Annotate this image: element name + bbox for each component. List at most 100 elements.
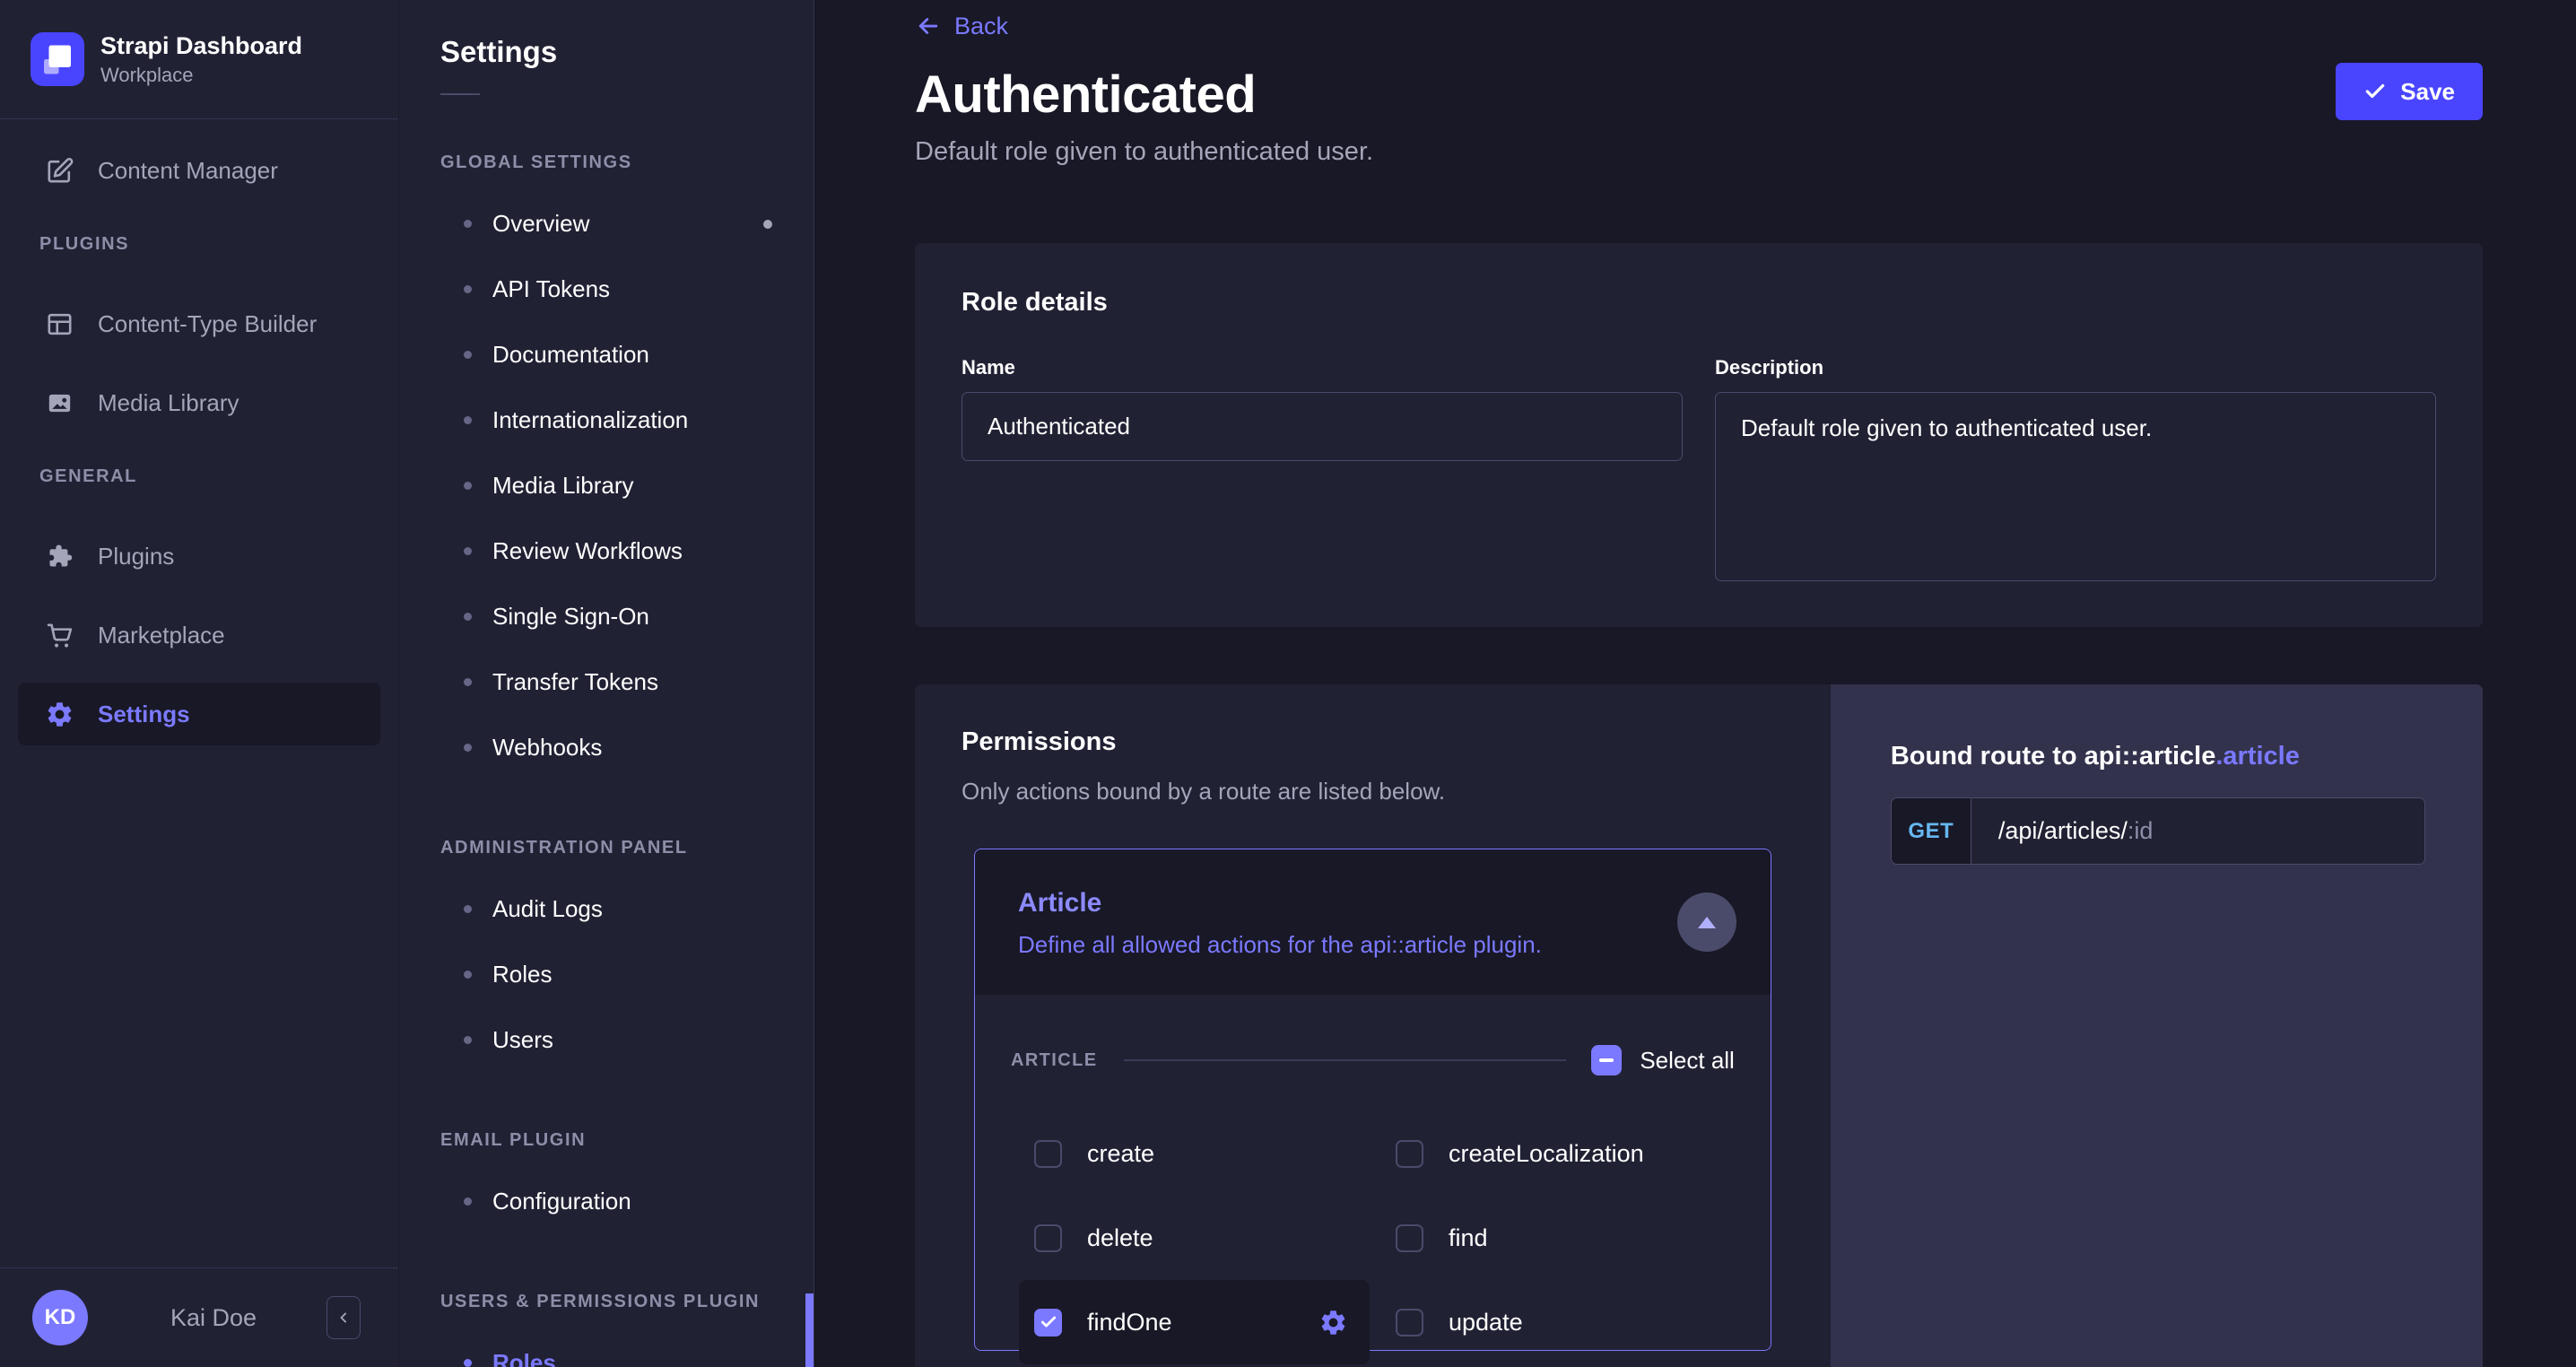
subnav-item-review-workflows[interactable]: Review Workflows [399,518,814,584]
bound-route-title: Bound route to api::article.article [1890,742,2300,771]
puzzle-icon [45,542,74,571]
description-field-group: Description Default role given to authen… [1715,356,2436,586]
permissions-section: Permissions Only actions bound by a rout… [915,684,2483,1367]
layout-icon [45,309,74,339]
sidebar-item-media-library[interactable]: Media Library [18,371,380,434]
bullet-icon [464,905,472,913]
route-display: GET /api/articles/:id [1890,797,2425,865]
subnav-item-api-tokens[interactable]: API Tokens [399,257,814,322]
permission-checkbox-delete[interactable]: delete [1011,1210,1372,1266]
user-name: Kai Doe [170,1303,257,1331]
bullet-icon [464,482,472,490]
bullet-icon [464,613,472,621]
sidebar-item-marketplace[interactable]: Marketplace [18,604,380,666]
bullet-icon [464,1036,472,1044]
accordion-title: Article [1018,888,1102,918]
sidebar-item-plugins[interactable]: Plugins [18,525,380,588]
app-shell: Strapi Dashboard Workplace Content Manag… [0,0,2576,1367]
subnav-item-configuration[interactable]: Configuration [399,1169,814,1234]
collapse-sidebar-button[interactable] [326,1296,361,1339]
bullet-icon [464,1359,472,1367]
bullet-icon [464,416,472,424]
checkbox-indeterminate-icon [1591,1045,1623,1075]
name-field-group: Name [962,356,1683,586]
sidebar-item-content-type-builder[interactable]: Content-Type Builder [18,292,380,355]
collapse-accordion-button[interactable] [1676,892,1736,952]
sidebar-item-label: Marketplace [98,621,225,649]
permission-checkbox-findone[interactable]: findOne [1019,1280,1370,1364]
image-icon [45,388,74,418]
arrow-left-icon [918,18,938,34]
checkbox-unchecked-icon [1034,1139,1062,1168]
subnav-item-single-sign-on[interactable]: Single Sign-On [399,584,814,649]
bound-route-accent: .article [2215,742,2300,771]
permission-checkbox-find[interactable]: find [1372,1210,1735,1266]
select-all-checkbox[interactable]: Select all [1591,1045,1735,1075]
permission-checkbox-create[interactable]: create [1011,1126,1372,1181]
page-title: Authenticated [915,65,1257,124]
checkbox-checked-icon [1034,1308,1062,1337]
checkbox-unchecked-icon [1396,1139,1423,1168]
bullet-icon [464,220,472,228]
subnav-item-media-library[interactable]: Media Library [399,453,814,518]
bound-route-panel: Bound route to api::article.article GET … [1830,684,2483,1367]
avatar[interactable]: KD [32,1290,88,1345]
permissions-heading: Permissions [962,727,1117,756]
route-param: :id [2127,817,2154,844]
article-accordion: Article Define all allowed actions for t… [974,849,1771,1364]
role-name-input[interactable] [962,392,1683,461]
role-description-textarea[interactable]: Default role given to authenticated user… [1715,392,2436,581]
main-sidebar: Strapi Dashboard Workplace Content Manag… [0,0,399,1367]
subnav-item-transfer-tokens[interactable]: Transfer Tokens [399,649,814,715]
sidebar-section-general: GENERAL [39,466,137,486]
bullet-icon [464,351,472,359]
sidebar-item-settings[interactable]: Settings [18,683,380,745]
page-subtitle: Default role given to authenticated user… [915,137,1374,166]
bullet-icon [464,285,472,293]
strapi-logo-icon [30,32,84,86]
sidebar-user-area: KD Kai Doe [0,1267,398,1367]
gear-icon [45,700,74,729]
sidebar-item-label: Plugins [98,542,175,570]
subnav-item-admin-roles[interactable]: Roles [399,942,814,1007]
subnav-item-up-roles[interactable]: Roles [399,1330,814,1367]
permission-settings-gear-icon[interactable] [1318,1308,1348,1337]
checkbox-unchecked-icon [1034,1223,1062,1252]
role-details-card: Role details Name Description Default ro… [915,243,2483,627]
accordion-description: Define all allowed actions for the api::… [1018,931,1542,958]
subnav-section-administration-panel: ADMINISTRATION PANEL [440,838,688,858]
role-details-heading: Role details [962,288,1108,317]
subnav-item-documentation[interactable]: Documentation [399,322,814,387]
permission-checkbox-update[interactable]: update [1372,1294,1735,1350]
back-link[interactable]: Back [915,9,1008,43]
article-accordion-header[interactable]: Article Define all allowed actions for t… [975,849,1771,995]
sidebar-item-label: Settings [98,700,190,727]
bullet-icon [464,971,472,979]
app-title: Strapi Dashboard [100,32,303,59]
save-button[interactable]: Save [2336,63,2483,120]
subnav-section-users-permissions-plugin: USERS & PERMISSIONS PLUGIN [440,1292,761,1311]
sidebar-item-label: Media Library [98,388,239,416]
description-label: Description [1715,356,1824,379]
subnav-item-overview[interactable]: Overview [399,191,814,257]
workspace-info: Strapi Dashboard Workplace [100,30,302,88]
bullet-icon [464,744,472,752]
subnav-item-users[interactable]: Users [399,1007,814,1073]
subnav-item-webhooks[interactable]: Webhooks [399,715,814,780]
sidebar-item-content-manager[interactable]: Content Manager [18,139,380,202]
settings-subnav: Settings GLOBAL SETTINGS Overview API To… [399,0,814,1367]
divider [1124,1059,1567,1061]
subnav-title: Settings [440,35,558,68]
subnav-item-audit-logs[interactable]: Audit Logs [399,876,814,942]
checkbox-unchecked-icon [1396,1308,1423,1337]
divider [440,93,480,95]
permission-checkbox-createlocalization[interactable]: createLocalization [1372,1126,1735,1181]
notification-dot [763,219,772,229]
bullet-icon [464,678,472,686]
subnav-item-internationalization[interactable]: Internationalization [399,387,814,453]
checkbox-unchecked-icon [1396,1223,1423,1252]
workspace-switcher[interactable]: Strapi Dashboard Workplace [0,0,398,119]
cart-icon [45,621,74,650]
permissions-grid: create createLocalization delete find fi… [1011,1126,1735,1364]
subnav-section-email-plugin: EMAIL PLUGIN [440,1130,587,1150]
